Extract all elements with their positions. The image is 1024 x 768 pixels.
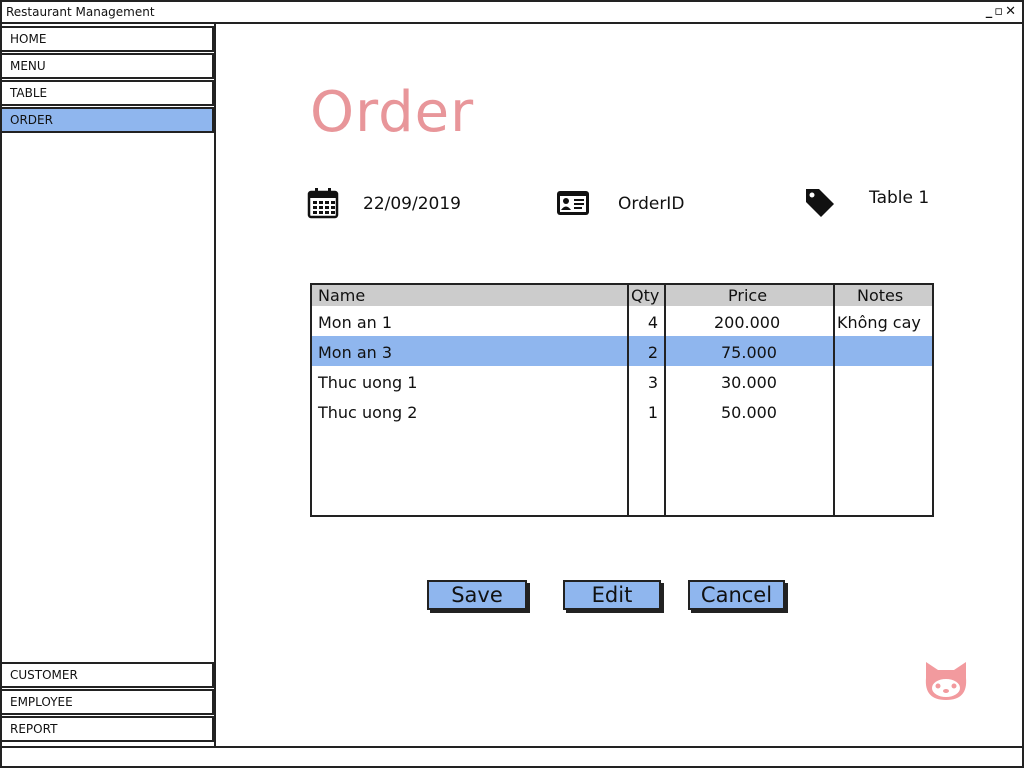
sidebar-item-customer[interactable]: CUSTOMER — [2, 662, 214, 688]
cell-price: 200.000 — [714, 313, 781, 332]
minimize-button[interactable]: _ — [986, 4, 993, 20]
cell-qty: 2 — [647, 343, 658, 362]
column-divider — [627, 285, 629, 515]
cell-price: 75.000 — [721, 343, 777, 362]
close-button[interactable]: ✕ — [1005, 4, 1016, 20]
calendar-icon — [307, 187, 339, 223]
window-controls: _ ▫ ✕ — [986, 4, 1016, 20]
table-label: Table 1 — [869, 188, 930, 208]
sidebar-item-menu[interactable]: MENU — [2, 53, 214, 79]
cell-qty: 1 — [647, 403, 658, 422]
column-divider — [833, 285, 835, 515]
app-window: Restaurant Management _ ▫ ✕ HOME MENU TA… — [0, 0, 1024, 768]
cat-logo-icon — [922, 660, 970, 702]
order-items-table: Name Qty Price Notes Mon an 1 4 200.000 … — [310, 283, 934, 517]
page-title: Order — [310, 80, 475, 145]
table-header — [312, 285, 932, 306]
cell-price: 30.000 — [721, 373, 777, 392]
column-header-notes[interactable]: Notes — [857, 286, 903, 305]
sidebar-item-table[interactable]: TABLE — [2, 80, 214, 106]
cell-name: Mon an 1 — [318, 313, 393, 332]
table-row-selected-band — [312, 336, 932, 366]
order-id-label: OrderID — [618, 194, 685, 214]
sidebar: HOME MENU TABLE ORDER CUSTOMER EMPLOYEE … — [2, 24, 216, 746]
column-header-name[interactable]: Name — [318, 286, 365, 305]
sidebar-item-employee[interactable]: EMPLOYEE — [2, 689, 214, 715]
cell-name: Thuc uong 1 — [318, 373, 418, 392]
sidebar-item-report[interactable]: REPORT — [2, 716, 214, 742]
maximize-button[interactable]: ▫ — [994, 4, 1003, 20]
tag-icon — [804, 187, 836, 223]
cell-notes: Không cay — [837, 313, 921, 332]
cell-qty: 4 — [647, 313, 658, 332]
status-bar — [2, 746, 1022, 766]
order-date: 22/09/2019 — [363, 194, 461, 214]
column-divider — [664, 285, 666, 515]
title-bar: Restaurant Management _ ▫ ✕ — [2, 2, 1022, 24]
cell-qty: 3 — [647, 373, 658, 392]
id-card-icon — [556, 190, 590, 220]
window-title: Restaurant Management — [6, 5, 155, 19]
edit-button[interactable]: Edit — [563, 580, 661, 610]
sidebar-item-order[interactable]: ORDER — [2, 107, 214, 133]
sidebar-item-home[interactable]: HOME — [2, 26, 214, 52]
cell-name: Thuc uong 2 — [318, 403, 418, 422]
save-button[interactable]: Save — [427, 580, 527, 610]
column-header-price[interactable]: Price — [728, 286, 767, 305]
column-header-qty[interactable]: Qty — [631, 286, 659, 305]
cell-price: 50.000 — [721, 403, 777, 422]
cell-name: Mon an 3 — [318, 343, 393, 362]
cancel-button[interactable]: Cancel — [688, 580, 785, 610]
